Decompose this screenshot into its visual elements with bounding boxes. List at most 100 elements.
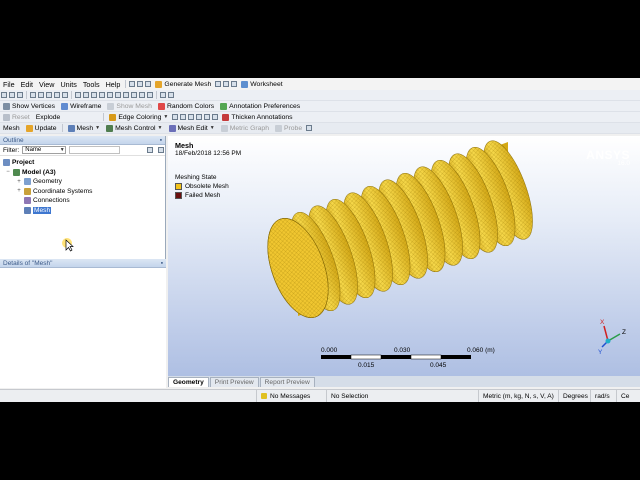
zoom-fit-icon[interactable] <box>107 92 113 98</box>
outline-header: Outline ▪ <box>0 136 165 145</box>
rotate-icon[interactable] <box>75 92 81 98</box>
zoom-icon[interactable] <box>91 92 97 98</box>
open-icon[interactable] <box>129 81 136 87</box>
tab-report-preview[interactable]: Report Preview <box>259 377 315 387</box>
status-temp-units[interactable]: Ce <box>616 390 640 402</box>
expand-icon[interactable]: + <box>16 179 22 185</box>
menu-edit[interactable]: Edit <box>18 80 36 89</box>
thicken-annotations-button[interactable]: Thicken Annotations <box>219 112 295 122</box>
pan-icon[interactable] <box>83 92 89 98</box>
display-options-icon[interactable] <box>168 92 174 98</box>
print-icon[interactable] <box>145 81 152 87</box>
menu-file[interactable]: File <box>0 80 18 89</box>
tree-item-geometry[interactable]: + Geometry <box>0 177 165 187</box>
show-vertices-button[interactable]: Show Vertices <box>0 101 58 111</box>
show-mesh-label: Show Mesh <box>116 102 152 110</box>
menu-tools[interactable]: Tools <box>80 80 103 89</box>
status-messages[interactable]: No Messages <box>256 390 326 402</box>
collapse-icon[interactable]: − <box>5 169 11 175</box>
status-angle-units[interactable]: Degrees <box>558 390 590 402</box>
tree-item-mesh[interactable]: Mesh <box>0 206 165 216</box>
lightning-icon <box>155 80 163 88</box>
point-select-icon[interactable] <box>30 92 36 98</box>
mesh-menu-button[interactable]: Mesh ▼ <box>65 123 104 133</box>
tab-geometry[interactable]: Geometry <box>168 377 209 387</box>
status-rate-units[interactable]: rad/s <box>590 390 616 402</box>
edge-style-icon[interactable] <box>212 114 219 120</box>
previous-view-icon[interactable] <box>123 92 129 98</box>
chevron-down-icon: ▼ <box>163 114 169 120</box>
edge-style-icon[interactable] <box>180 114 187 120</box>
edge-style-icon[interactable] <box>188 114 195 120</box>
annotation-preferences-button[interactable]: Annotation Preferences <box>217 101 303 111</box>
edge-style-icon[interactable] <box>204 114 211 120</box>
wireframe-button[interactable]: Wireframe <box>58 101 104 111</box>
reset-label: Reset <box>12 113 30 121</box>
filter-input[interactable] <box>68 146 121 154</box>
save-icon[interactable] <box>17 92 23 98</box>
mesh-control-button[interactable]: Mesh Control ▼ <box>103 123 165 133</box>
tree-item-model[interactable]: − Model (A3) <box>0 168 165 178</box>
menu-view[interactable]: View <box>36 80 57 89</box>
vertices-icon <box>3 102 10 110</box>
pin-icon[interactable]: ▪ <box>160 137 165 144</box>
edge-select-icon[interactable] <box>46 92 52 98</box>
options-icon[interactable] <box>306 125 313 131</box>
update-button[interactable]: Update <box>23 123 60 133</box>
image-icon[interactable] <box>231 81 238 87</box>
open-folder-icon[interactable] <box>9 92 15 98</box>
face-select-icon[interactable] <box>38 92 44 98</box>
new-icon[interactable] <box>1 92 7 98</box>
mesh-edit-label: Mesh Edit <box>177 124 208 132</box>
tree-item-project[interactable]: Project <box>0 158 165 168</box>
tab-print-preview[interactable]: Print Preview <box>209 377 259 387</box>
explode-slider[interactable]: Explode <box>33 112 64 122</box>
status-units[interactable]: Metric (m, kg, N, s, V, A) <box>478 390 558 402</box>
edge-style-icon[interactable] <box>196 114 203 120</box>
metric-graph-button[interactable]: Metric Graph <box>218 123 272 133</box>
chevron-down-icon: ▼ <box>95 125 101 131</box>
vertex-select-icon[interactable] <box>54 92 60 98</box>
reset-button[interactable]: Reset <box>0 112 33 122</box>
select-icon[interactable] <box>215 81 222 87</box>
menu-bar: File Edit View Units Tools Help Generate… <box>0 78 640 90</box>
generate-mesh-button[interactable]: Generate Mesh <box>152 79 214 89</box>
mesh-edit-button[interactable]: Mesh Edit ▼ <box>166 123 218 133</box>
separator <box>71 91 72 99</box>
filter-icon[interactable] <box>223 81 230 87</box>
edge-coloring-button[interactable]: Edge Coloring ▼ <box>106 112 171 122</box>
edge-style-icon[interactable] <box>172 114 179 120</box>
menu-help[interactable]: Help <box>103 80 124 89</box>
wireframe-icon <box>61 102 69 110</box>
thicken-annotations-label: Thicken Annotations <box>231 113 293 121</box>
filter-apply-icon[interactable] <box>147 147 154 153</box>
random-colors-button[interactable]: Random Colors <box>155 101 217 111</box>
wireframe-toggle-icon[interactable] <box>160 92 166 98</box>
graphics-viewport[interactable]: Mesh 18/Feb/2018 12:56 PM ANSYS 16.0 Mes… <box>168 136 640 376</box>
iso-view-icon[interactable] <box>139 92 145 98</box>
tree-label-mesh: Mesh <box>33 206 52 214</box>
magnifier-icon[interactable] <box>115 92 121 98</box>
body-select-icon[interactable] <box>62 92 68 98</box>
triad-icon[interactable] <box>147 92 153 98</box>
tree-item-connections[interactable]: Connections <box>0 196 165 206</box>
save-icon[interactable] <box>137 81 144 87</box>
probe-button[interactable]: Probe <box>272 123 305 133</box>
filter-clear-icon[interactable] <box>158 147 164 153</box>
pin-icon[interactable]: ▪ <box>161 260 166 267</box>
filter-select[interactable]: Name ▼ <box>22 146 66 154</box>
lightning-icon <box>25 124 33 132</box>
palette-icon <box>157 102 165 110</box>
expand-icon[interactable]: + <box>16 188 22 194</box>
update-label: Update <box>34 124 57 132</box>
worksheet-button[interactable]: Worksheet <box>238 79 285 89</box>
menu-units[interactable]: Units <box>57 80 79 89</box>
coordinate-triad[interactable]: X Z Y <box>598 319 626 356</box>
edge-coloring-icon <box>109 113 117 121</box>
box-zoom-icon[interactable] <box>99 92 105 98</box>
mesh-control-icon <box>106 124 114 132</box>
chevron-down-icon: ▼ <box>157 125 163 131</box>
show-mesh-button[interactable]: Show Mesh <box>104 101 155 111</box>
tree-item-coordinate-systems[interactable]: + Coordinate Systems <box>0 187 165 197</box>
next-view-icon[interactable] <box>131 92 137 98</box>
